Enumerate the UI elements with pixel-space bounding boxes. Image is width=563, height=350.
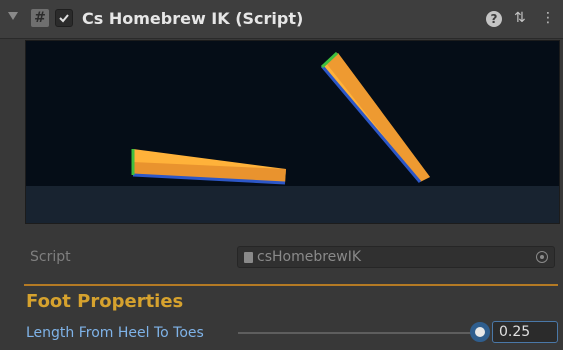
length-from-heel-to-toes-label: Length From Heel To Toes — [26, 325, 204, 341]
enabled-checkbox[interactable] — [55, 9, 73, 27]
ik-preview-canvas — [26, 41, 559, 223]
foldout-arrow-icon[interactable] — [8, 12, 18, 20]
script-file-icon — [244, 252, 253, 263]
presets-icon[interactable]: ⇅ — [514, 9, 526, 27]
help-icon[interactable]: ? — [486, 11, 502, 27]
length-slider-knob[interactable] — [470, 322, 490, 342]
script-label: Script — [30, 249, 71, 265]
object-picker-icon[interactable] — [536, 251, 548, 263]
section-divider — [24, 284, 558, 286]
script-object-field[interactable]: csHomebrewIK — [237, 246, 555, 268]
length-slider-track[interactable] — [238, 332, 482, 334]
checkmark-icon — [59, 14, 69, 23]
component-title: Cs Homebrew IK (Script) — [82, 9, 304, 28]
section-title-foot-properties: Foot Properties — [26, 291, 184, 312]
ground-plane — [26, 186, 559, 223]
script-value: csHomebrewIK — [257, 249, 362, 265]
script-icon: # — [31, 9, 49, 27]
context-menu-icon[interactable]: ⋮ — [541, 9, 555, 27]
length-value-input[interactable]: 0.25 — [492, 321, 558, 343]
component-header[interactable]: # Cs Homebrew IK (Script) ? ⇅ ⋮ — [0, 0, 563, 39]
ik-preview-viewport — [25, 40, 560, 224]
